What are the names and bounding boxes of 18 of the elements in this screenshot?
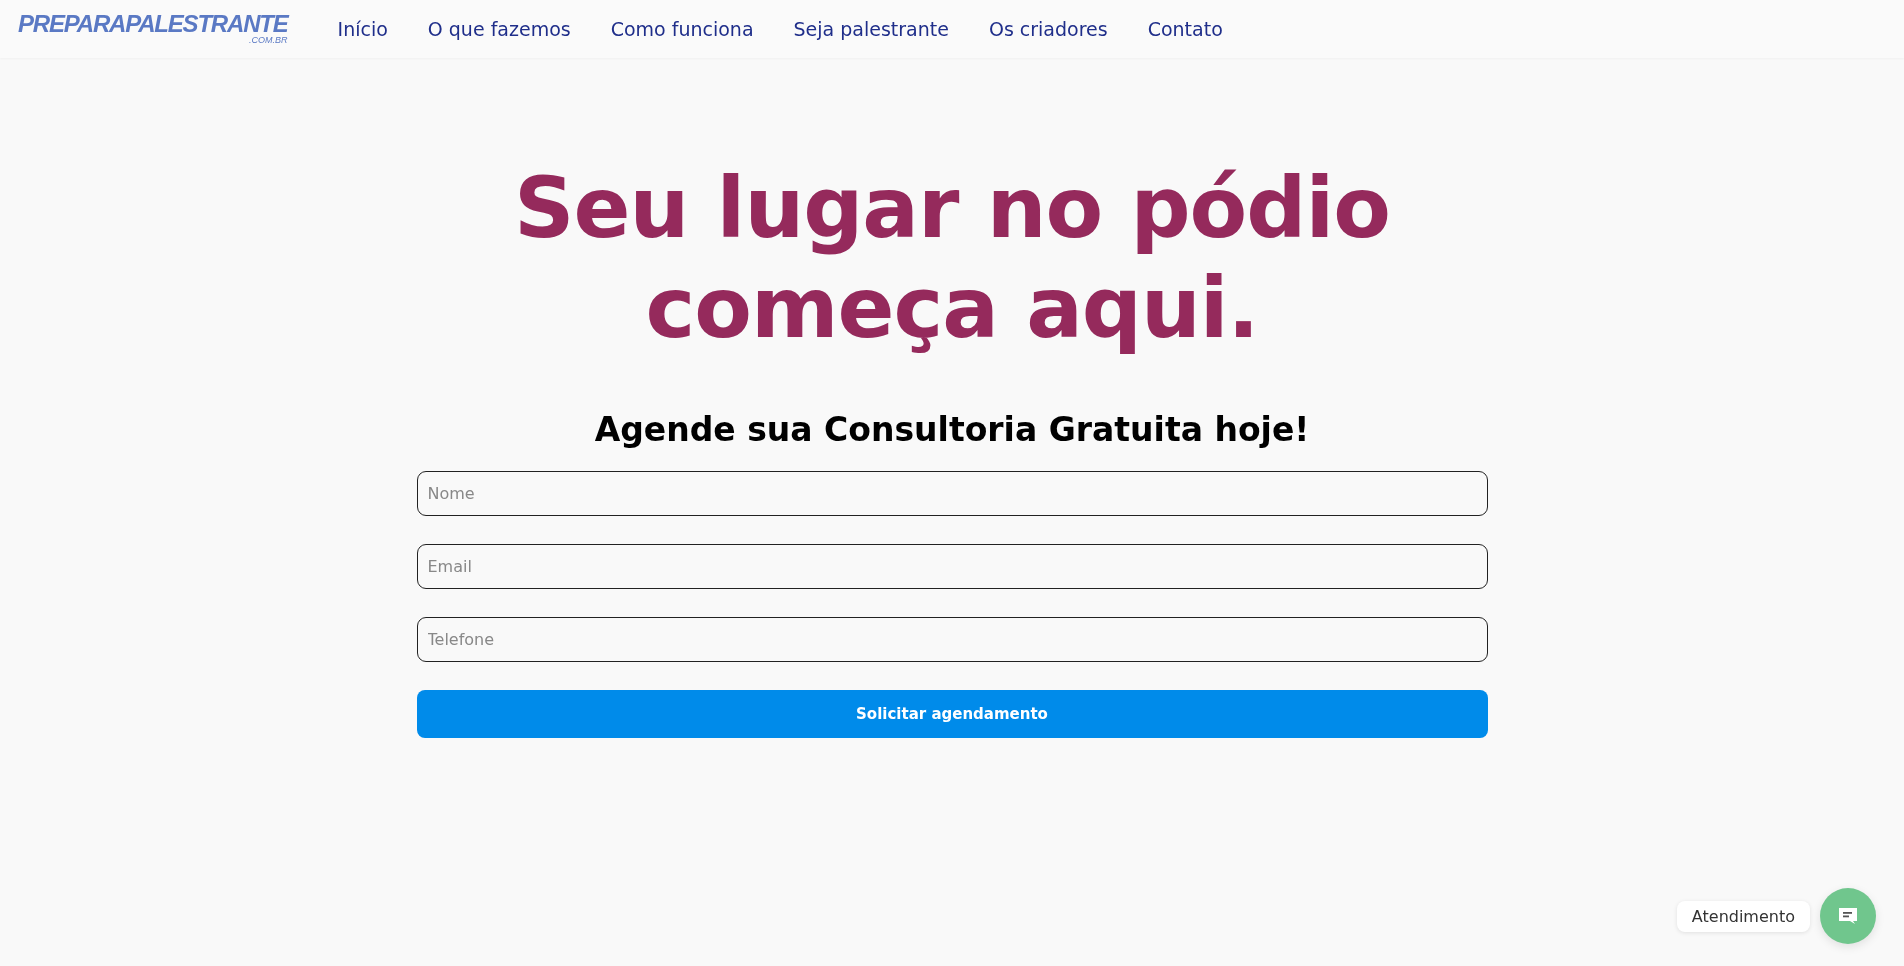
nav-link[interactable]: Seja palestrante	[793, 18, 949, 40]
nav-link[interactable]: Os criadores	[988, 18, 1108, 40]
hero-title: Seu lugar no pódio	[514, 158, 1390, 258]
nav-link[interactable]: Início	[337, 18, 388, 40]
input-field[interactable]: Telefone	[416, 617, 1488, 662]
input-field[interactable]: Nome	[416, 471, 1488, 516]
input-field[interactable]: Email	[416, 544, 1488, 589]
chat-icon	[1837, 905, 1859, 927]
nav-link[interactable]: Como funciona	[610, 18, 754, 40]
submit-button[interactable]: Solicitar agendamento	[416, 690, 1488, 738]
nav-link[interactable]: O que fazemos	[427, 18, 571, 40]
chat-label[interactable]: Atendimento	[1676, 900, 1810, 932]
form-heading: Agende sua Consultoria Gratuita hoje!	[594, 410, 1310, 449]
chat-button[interactable]	[1820, 888, 1876, 944]
logo-domain[interactable]: .COM.BR	[249, 36, 288, 46]
hero-title: começa aqui.	[645, 258, 1259, 358]
logo-text[interactable]: PREPARAPALESTRANTE	[18, 12, 288, 37]
nav-link[interactable]: Contato	[1147, 18, 1223, 40]
